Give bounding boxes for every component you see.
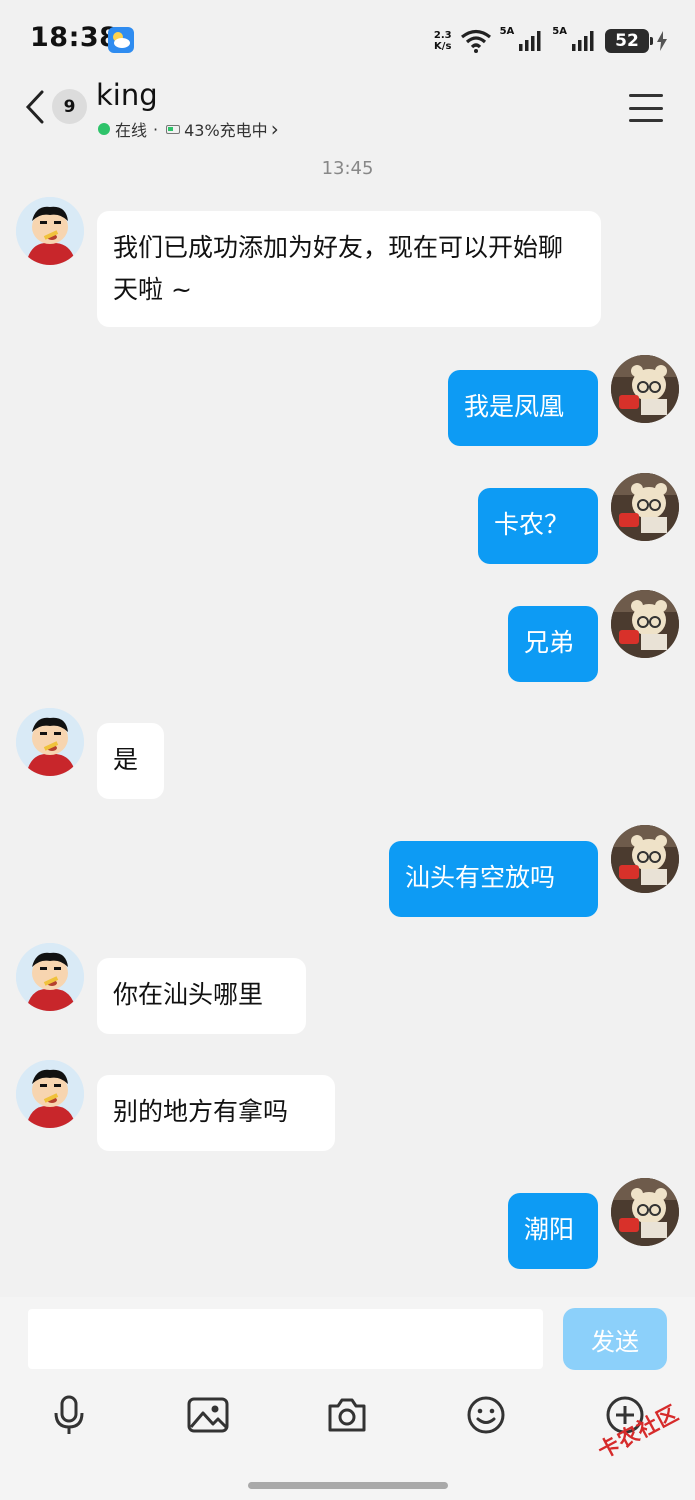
unread-count-badge[interactable]: 9: [52, 89, 87, 124]
signal-label-1: 5A: [499, 26, 515, 37]
wifi-icon: [460, 29, 491, 53]
my-avatar[interactable]: [611, 590, 679, 658]
chevron-left-icon: [25, 90, 44, 124]
mic-icon: [54, 1395, 84, 1434]
status-bar: 18:38 2.3 K/s 5A 5A 52: [0, 0, 695, 80]
contact-avatar[interactable]: [16, 1060, 84, 1128]
signal-label-2: 5A: [552, 26, 567, 37]
contact-status[interactable]: 在线 · 43%充电中 ›: [98, 117, 279, 141]
signal-icon: [572, 31, 594, 51]
weather-icon: [108, 27, 134, 53]
message-bubble-sent[interactable]: 卡农？: [478, 488, 598, 564]
menu-button[interactable]: [629, 94, 663, 122]
message-bubble-sent[interactable]: 兄弟: [508, 606, 598, 682]
input-panel: 发送: [0, 1297, 695, 1500]
device-status: 43%充电中: [184, 121, 268, 140]
menu-line: [629, 119, 663, 122]
my-avatar[interactable]: [611, 1178, 679, 1246]
my-avatar[interactable]: [611, 825, 679, 893]
gallery-button[interactable]: [186, 1393, 230, 1437]
message-bubble-sent[interactable]: 汕头有空放吗: [389, 841, 598, 917]
my-avatar[interactable]: [611, 473, 679, 541]
camera-icon: [328, 1398, 366, 1432]
message-bubble-received[interactable]: 你在汕头哪里: [97, 958, 306, 1034]
signal-icon: [519, 31, 541, 51]
chat-timestamp: 13:45: [321, 158, 374, 179]
contact-avatar[interactable]: [16, 197, 84, 265]
emoji-icon: [467, 1396, 505, 1434]
online-dot-icon: [98, 123, 110, 135]
image-icon: [187, 1397, 229, 1433]
contact-avatar[interactable]: [16, 708, 84, 776]
charging-icon: [657, 31, 667, 51]
menu-line: [629, 94, 663, 97]
home-indicator[interactable]: [248, 1482, 448, 1489]
message-bubble-received[interactable]: 我们已成功添加为好友，现在可以开始聊天啦 ~: [97, 211, 601, 327]
message-input[interactable]: [28, 1309, 543, 1369]
message-bubble-sent[interactable]: 潮阳: [508, 1193, 598, 1269]
my-avatar[interactable]: [611, 355, 679, 423]
send-button[interactable]: 发送: [563, 1308, 667, 1370]
net-speed: 2.3 K/s: [433, 30, 452, 52]
separator: ·: [153, 119, 159, 139]
chevron-right-icon: ›: [270, 117, 279, 141]
online-text: 在线: [115, 121, 148, 140]
battery-icon: 52: [605, 29, 653, 53]
emoji-button[interactable]: [464, 1393, 508, 1437]
back-button[interactable]: [18, 86, 52, 128]
menu-line: [629, 106, 663, 110]
status-time: 18:38: [30, 22, 119, 53]
voice-button[interactable]: [47, 1393, 91, 1437]
message-bubble-received[interactable]: 别的地方有拿吗: [97, 1075, 335, 1151]
status-indicators: 2.3 K/s 5A 5A 52: [434, 26, 667, 56]
chat-header: 9 king 在线 · 43%充电中 ›: [0, 78, 695, 144]
camera-button[interactable]: [325, 1393, 369, 1437]
message-bubble-sent[interactable]: 我是凤凰: [448, 370, 598, 446]
battery-mini-icon: [166, 124, 181, 134]
contact-avatar[interactable]: [16, 943, 84, 1011]
contact-name[interactable]: king: [96, 78, 158, 112]
message-bubble-received[interactable]: 是: [97, 723, 164, 799]
